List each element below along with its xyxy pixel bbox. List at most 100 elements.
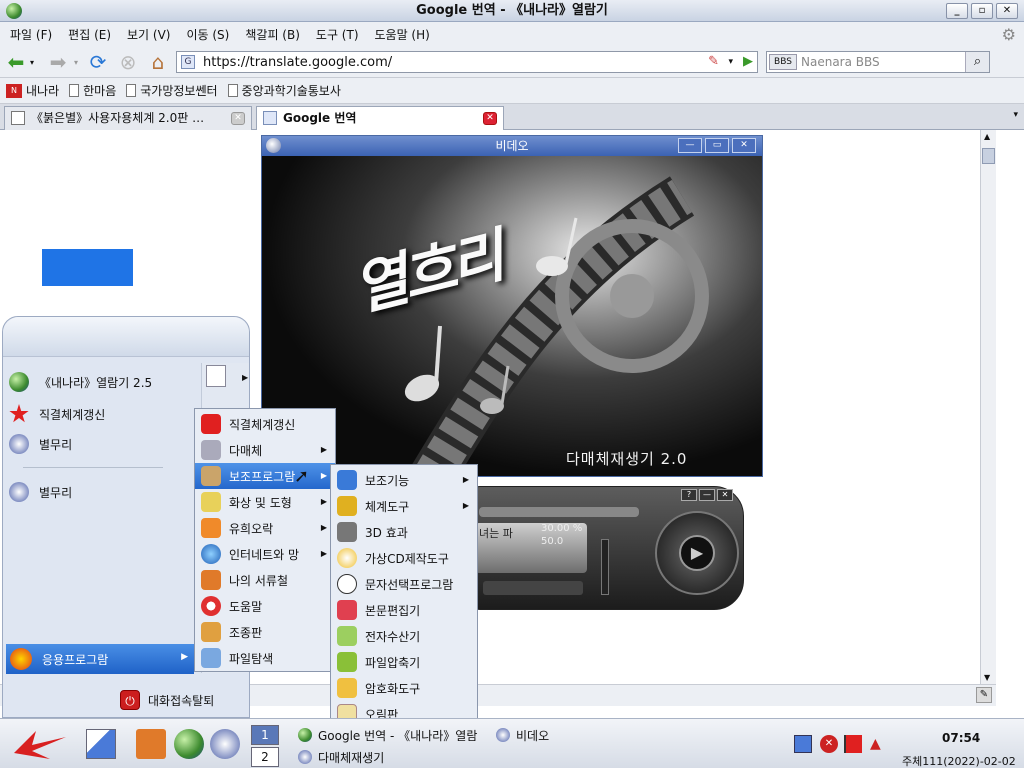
submenu-internet[interactable]: 인터네트와 망 ▶ [195, 541, 335, 567]
applications-menu-item[interactable]: 응용프로그람 ▶ [6, 644, 194, 674]
submenu-help[interactable]: 도움말 [195, 593, 335, 619]
page-icon [11, 111, 25, 125]
red-flag-icon[interactable] [844, 735, 862, 753]
menu-view[interactable]: 보기 (V) [127, 26, 170, 43]
page-blue-button[interactable] [42, 249, 133, 286]
submenu-my-documents[interactable]: 나의 서류철 [195, 567, 335, 593]
red-star-menu-icon[interactable] [10, 727, 68, 761]
scroll-down-icon[interactable]: ▼ [984, 673, 990, 682]
url-history-dropdown-icon[interactable]: ▾ [728, 57, 733, 67]
folder-launcher-icon[interactable] [136, 729, 166, 759]
byeolmuri-launcher-icon[interactable] [210, 729, 240, 759]
maximize-button[interactable]: ▫ [971, 3, 993, 19]
tab-close-icon[interactable]: ✕ [231, 112, 245, 125]
scroll-thumb[interactable] [982, 148, 995, 164]
video-screen: 열흐리 다매체재생기 2.0 [262, 156, 762, 476]
alert-icon[interactable]: ▲ [870, 735, 888, 753]
tab-bar: 《붉은별》사용자용체계 2.0판 … ✕ Google 번역 ✕ ▾ [0, 104, 1024, 130]
menu-go[interactable]: 이동 (S) [186, 26, 229, 43]
video-minimize-button[interactable]: — [678, 138, 702, 153]
player-play-button[interactable]: ▶ [679, 535, 715, 571]
address-bar[interactable]: G https://translate.google.com/ ✎ ▾ ▶ [176, 51, 758, 73]
submenu-calculator[interactable]: 전자수산기 [331, 623, 477, 649]
bookmark-naenara[interactable]: N 내나라 [6, 82, 59, 99]
player-minimize-button[interactable]: — [699, 489, 715, 501]
menu-edit[interactable]: 편집 (E) [68, 26, 111, 43]
workspace-pager-1[interactable]: 1 [251, 725, 279, 745]
back-arrow-icon[interactable]: ⬅ [4, 50, 28, 74]
text-editor-launcher-icon[interactable] [86, 729, 116, 759]
browser-launcher-icon[interactable] [174, 729, 204, 759]
clock[interactable]: 07:54 [942, 731, 980, 745]
bookmark-national-info-center[interactable]: 국가망정보쎈터 [126, 82, 218, 99]
submenu-archiver[interactable]: 파일압축기 [331, 649, 477, 675]
tab-list-dropdown-icon[interactable]: ▾ [1013, 110, 1018, 120]
task-video[interactable]: 비데오 [496, 725, 549, 745]
home-icon[interactable]: ⌂ [146, 50, 170, 74]
start-item-byeolmuri-2[interactable]: 별무리 [9, 479, 72, 505]
menu-file[interactable]: 파일 (F) [10, 26, 52, 43]
submenu-games[interactable]: 유희오락 ▶ [195, 515, 335, 541]
bookmark-hanmaeum[interactable]: 한마음 [69, 82, 116, 99]
submenu-accessories[interactable]: 보조프로그람 ▶ [195, 463, 335, 489]
search-magnifier-icon[interactable]: ⌕ [965, 52, 989, 72]
start-item-byeolmuri[interactable]: 별무리 [9, 431, 72, 457]
forward-dropdown-icon[interactable]: ▾ [74, 58, 78, 67]
browser-globe-icon [6, 3, 22, 19]
url-text[interactable]: https://translate.google.com/ [203, 55, 392, 70]
player-help-button[interactable]: ? [681, 489, 697, 501]
submenu-control-panel[interactable]: 조종판 [195, 619, 335, 645]
archive-icon [337, 652, 357, 672]
scroll-up-icon[interactable]: ▲ [984, 132, 990, 141]
player-close-button[interactable]: ✕ [717, 489, 733, 501]
status-tool-icon[interactable]: ✎ [976, 687, 992, 703]
network-icon[interactable] [794, 735, 812, 753]
logout-button[interactable]: ⏻ 대화접속탈퇴 [120, 688, 244, 712]
workspace-pager-2[interactable]: 2 [251, 747, 279, 767]
tab-google-translate[interactable]: Google 번역 ✕ [256, 106, 504, 130]
menu-help[interactable]: 도움말 (H) [375, 26, 430, 43]
menu-bookmarks[interactable]: 책갈피 (B) [245, 26, 300, 43]
start-item-online-update[interactable]: 직결체계갱신 [9, 401, 105, 427]
bookmark-science-news[interactable]: 중앙과학기술통보사 [227, 82, 341, 99]
volume-muted-icon[interactable]: ✕ [820, 735, 838, 753]
submenu-3d-effects[interactable]: 3D 효과 [331, 519, 477, 545]
player-progress-track[interactable] [479, 507, 639, 517]
close-button[interactable]: ✕ [996, 3, 1018, 19]
tab-red-star[interactable]: 《붉은별》사용자용체계 2.0판 … ✕ [4, 106, 252, 130]
submenu-encryption[interactable]: 암호화도구 [331, 675, 477, 701]
search-box[interactable]: BBS Naenara BBS ⌕ [766, 51, 990, 73]
submenu-system-tools[interactable]: 체계도구 ▶ [331, 493, 477, 519]
search-input[interactable]: Naenara BBS [801, 55, 880, 69]
tab-close-icon[interactable]: ✕ [483, 112, 497, 125]
browser-globe-icon [298, 728, 312, 742]
submenu-online-update[interactable]: 직결체계갱신 [195, 411, 335, 437]
submenu-file-explorer[interactable]: 파일탐색 [195, 645, 335, 671]
submenu-virtual-cd[interactable]: 가상CD제작도구 [331, 545, 477, 571]
submenu-text-editor[interactable]: 본문편집기 [331, 597, 477, 623]
vertical-scrollbar[interactable]: ▲ ▼ [980, 130, 996, 684]
reload-icon[interactable]: ⟳ [86, 50, 110, 74]
menu-tools[interactable]: 도구 (T) [316, 26, 359, 43]
task-browser[interactable]: Google 번역 - 《내나라》열람 [298, 725, 477, 745]
submenu-accessibility[interactable]: 보조기능 ▶ [331, 467, 477, 493]
go-button-icon[interactable]: ▶ [743, 54, 753, 69]
start-item-browser[interactable]: 《내나라》열람기 2.5 [9, 369, 152, 395]
player-volume-slider[interactable] [601, 539, 609, 595]
task-media-player[interactable]: 다매체재생기 [298, 747, 384, 767]
video-maximize-button[interactable]: ▭ [705, 138, 729, 153]
player-balance-slider[interactable] [483, 581, 583, 595]
media-player-icon [298, 750, 312, 764]
video-close-button[interactable]: ✕ [732, 138, 756, 153]
games-icon [201, 518, 221, 538]
forward-arrow-icon[interactable]: ➡ [46, 50, 70, 74]
search-engine-selector[interactable]: BBS [769, 54, 797, 70]
submenu-multimedia[interactable]: 다매체 ▶ [195, 437, 335, 463]
submenu-graphics[interactable]: 화상 및 도형 ▶ [195, 489, 335, 515]
submenu-character-map[interactable]: 문자선택프로그람 [331, 571, 477, 597]
stop-icon[interactable]: ⊗ [116, 50, 140, 74]
globe-icon [201, 544, 221, 564]
back-dropdown-icon[interactable]: ▾ [30, 58, 34, 67]
window-title: Google 번역 - 《내나라》열람기 [416, 3, 608, 18]
minimize-button[interactable]: _ [946, 3, 968, 19]
